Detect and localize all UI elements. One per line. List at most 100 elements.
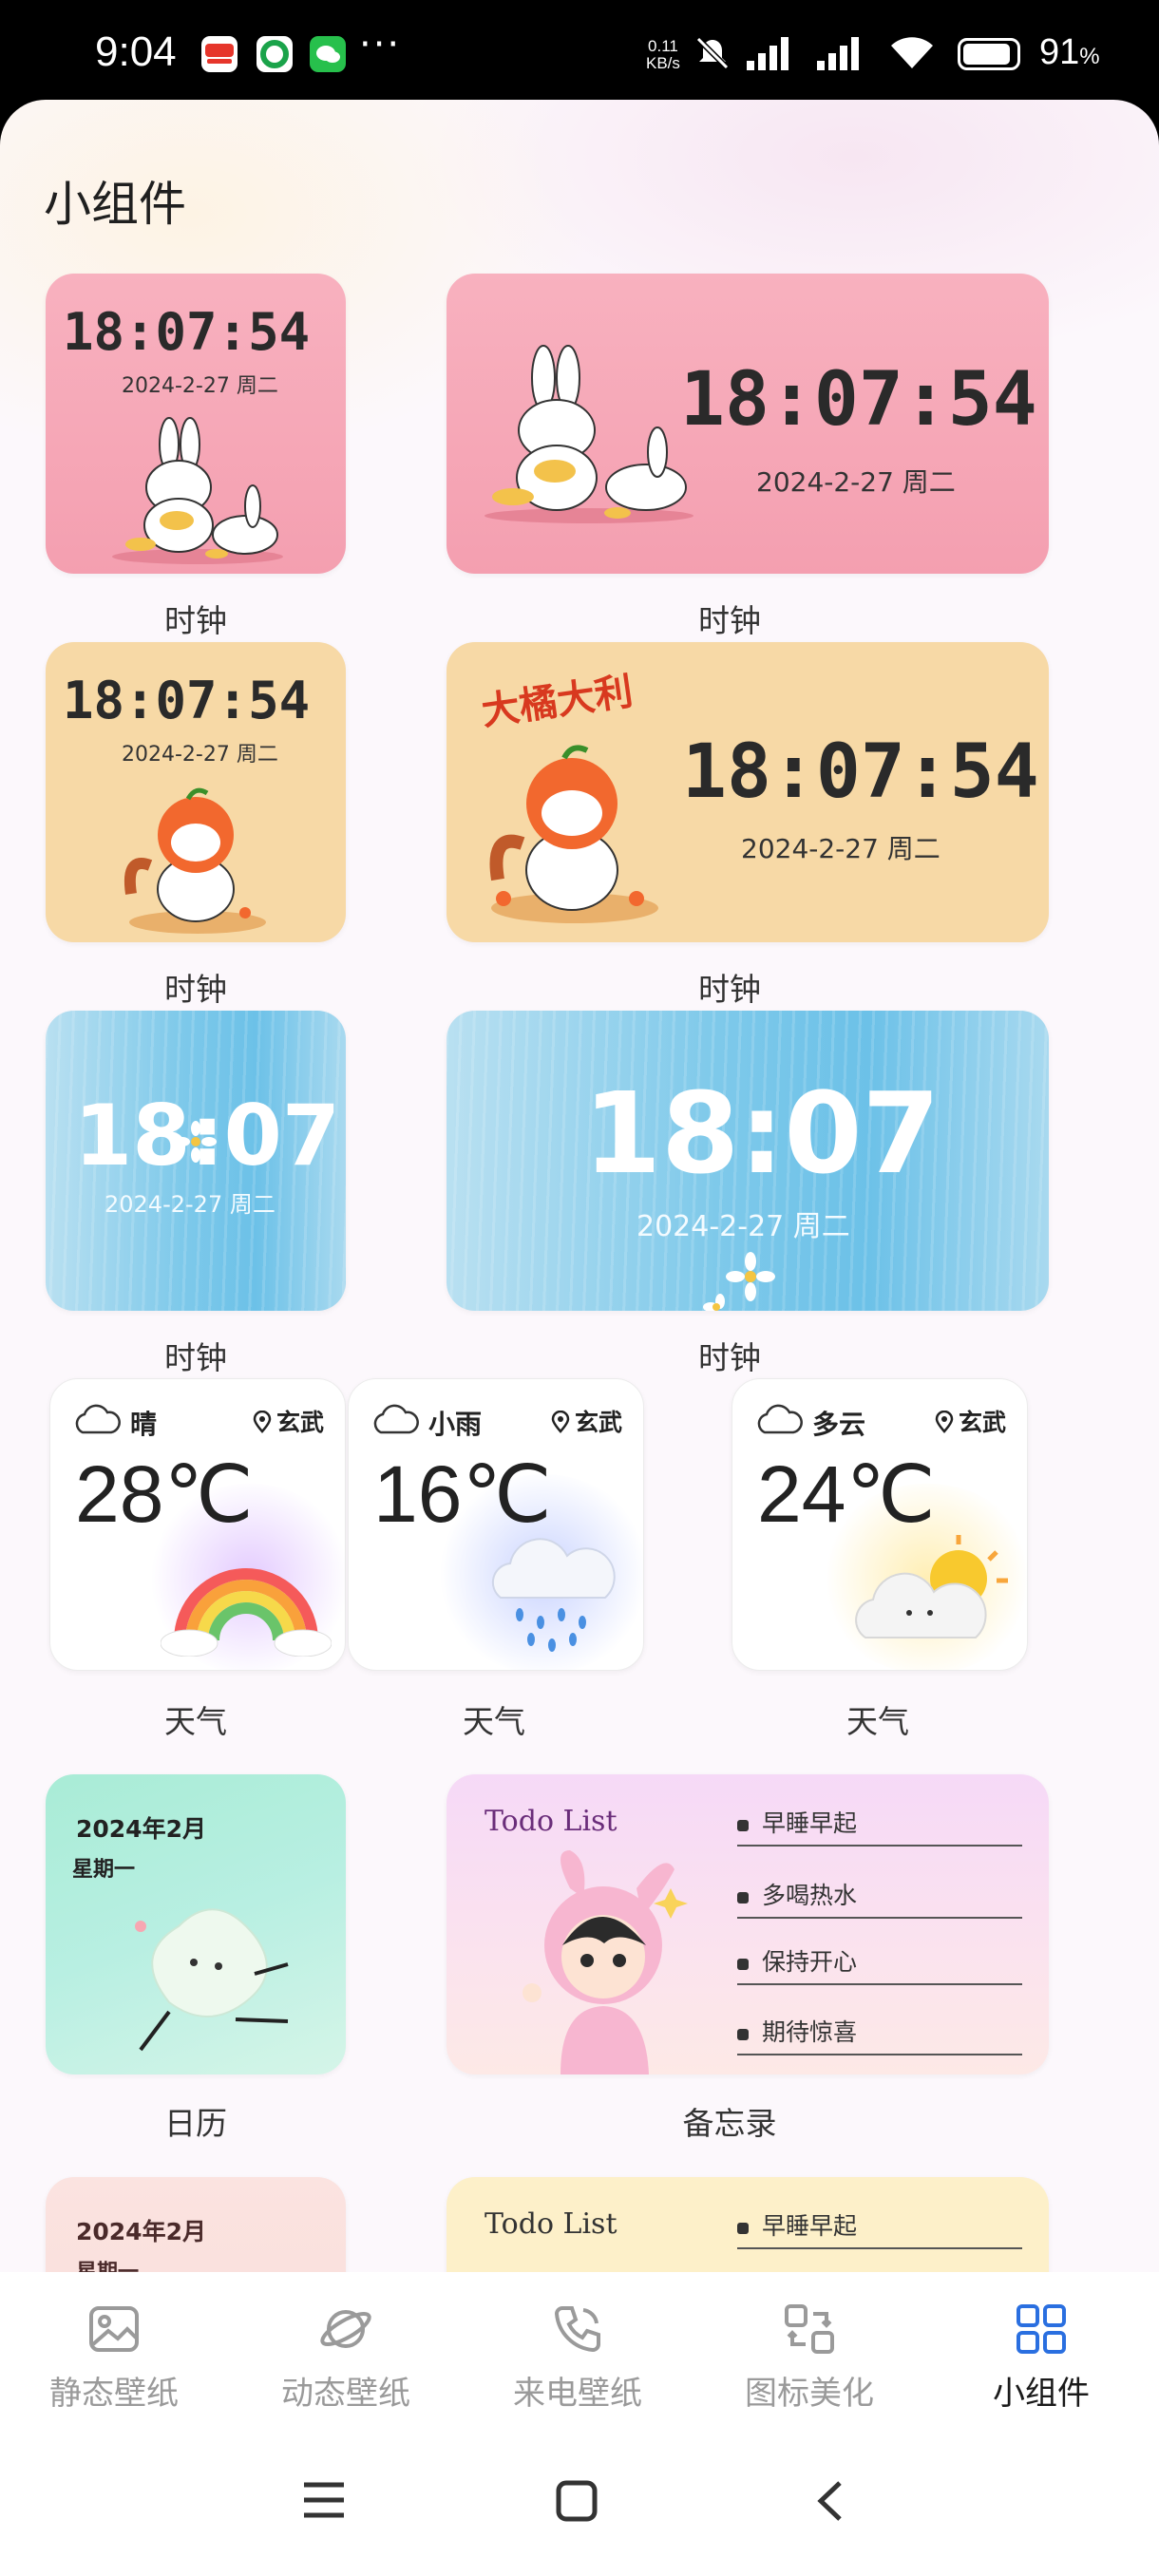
widget-caption: 日历 bbox=[164, 2105, 227, 2142]
wifi-icon bbox=[887, 34, 937, 76]
weather-temperature: 28℃ bbox=[75, 1449, 254, 1539]
signal-sim1-icon bbox=[745, 34, 798, 76]
widget-caption: 天气 bbox=[463, 1703, 525, 1740]
calendar-widget-pink[interactable]: 2024年2月 星期一 bbox=[46, 2177, 346, 2272]
bullet-icon bbox=[737, 2223, 749, 2234]
memo-title: Todo List bbox=[484, 2207, 618, 2241]
sun-cloud-illustration bbox=[855, 1535, 1008, 1638]
clock-date: 2024-2-27 周二 bbox=[104, 1191, 276, 1218]
orange-cat-illustration bbox=[124, 787, 266, 934]
calendar-month: 2024年2月 bbox=[76, 1815, 206, 1843]
nav-item-static-wallpaper[interactable]: 静态壁纸 bbox=[10, 2301, 218, 2414]
clock-date: 2024-2-27 周二 bbox=[122, 374, 278, 398]
image-icon bbox=[89, 2306, 139, 2352]
widget-caption: 时钟 bbox=[698, 1339, 761, 1376]
nav-item-call-wallpaper[interactable]: 来电壁纸 bbox=[473, 2301, 682, 2414]
nav-item-live-wallpaper[interactable]: 动态壁纸 bbox=[241, 2301, 450, 2414]
home-icon[interactable] bbox=[555, 2479, 598, 2523]
bullet-icon bbox=[737, 1820, 749, 1831]
weather-widget-sunny[interactable]: 晴 玄武 28℃ bbox=[49, 1378, 346, 1671]
location-pin-icon bbox=[935, 1410, 954, 1433]
icon-swap-icon bbox=[785, 2304, 834, 2354]
bunny-girl-illustration bbox=[522, 1850, 688, 2074]
weather-temperature: 24℃ bbox=[757, 1449, 936, 1539]
back-icon[interactable] bbox=[811, 2479, 849, 2523]
nav-item-widgets[interactable]: 小组件 bbox=[937, 2301, 1146, 2414]
calendar-weekday: 星期一 bbox=[72, 1858, 136, 1882]
widget-caption: 时钟 bbox=[164, 1339, 227, 1376]
clock-widget-pink-wide[interactable]: 18:07:54 2024-2-27 周二 bbox=[446, 274, 1049, 574]
clock-widget-pink-small[interactable]: 18:07:54 2024-2-27 周二 bbox=[46, 274, 346, 574]
clock-date: 2024-2-27 周二 bbox=[756, 466, 956, 498]
widget-caption: 时钟 bbox=[164, 971, 227, 1008]
nav-label: 静态壁纸 bbox=[49, 2375, 179, 2413]
network-speed: 0.11 KB/s bbox=[646, 37, 680, 72]
weather-temperature: 16℃ bbox=[373, 1449, 552, 1539]
more-notifications-icon: ··· bbox=[359, 23, 402, 66]
memo-item: 早睡早起 bbox=[737, 1805, 1022, 1847]
clock-widget-cat-wide[interactable]: 大橘大利 18:07:54 2024-2-27 周二 bbox=[446, 642, 1049, 942]
weather-widget-cloudy[interactable]: 多云 玄武 24℃ bbox=[732, 1378, 1028, 1671]
clock-time: 18:07:54 bbox=[680, 357, 1037, 443]
cloud-icon bbox=[757, 1404, 803, 1434]
memo-item: 保持开心 bbox=[737, 1943, 1022, 1985]
clock-widget-blue-wide[interactable]: 18:07 2024-2-27 周二 bbox=[446, 1011, 1049, 1311]
clock-time: 18:07:54 bbox=[682, 729, 1039, 815]
nav-label: 动态壁纸 bbox=[281, 2375, 410, 2413]
calendar-widget[interactable]: 2024年2月 星期一 bbox=[46, 1774, 346, 2074]
bullet-icon bbox=[737, 2029, 749, 2040]
widget-caption: 备忘录 bbox=[682, 2105, 777, 2142]
daisy-icon bbox=[703, 1252, 775, 1311]
weather-location: 玄武 bbox=[934, 1404, 1006, 1438]
weather-location: 玄武 bbox=[550, 1404, 622, 1438]
cloud-icon bbox=[75, 1404, 121, 1434]
weather-condition: 小雨 bbox=[428, 1409, 483, 1440]
clock-time: 18:07:54 bbox=[63, 302, 311, 362]
battery-percent: 91% bbox=[1039, 32, 1100, 72]
orange-cat-illustration bbox=[489, 745, 658, 923]
widget-caption: 时钟 bbox=[698, 602, 761, 639]
nav-item-icon-beautify[interactable]: 图标美化 bbox=[705, 2301, 914, 2414]
memo-item: 早睡早起 bbox=[737, 2207, 1022, 2249]
rainbow-illustration bbox=[161, 1568, 332, 1657]
memo-widget-yellow[interactable]: Todo List 早睡早起 bbox=[446, 2177, 1049, 2272]
bunny-illustration bbox=[112, 417, 283, 564]
status-bar: 9:04 ··· 0.11 KB/s 91% bbox=[0, 0, 1159, 103]
rain-cloud-illustration bbox=[491, 1538, 616, 1652]
weather-condition: 多云 bbox=[812, 1409, 866, 1440]
widgets-page: 小组件 18:07:54 2024-2-27 周二 时钟 18:07:54 20… bbox=[0, 100, 1159, 2272]
cloud-icon bbox=[373, 1404, 419, 1434]
bunny-illustration bbox=[484, 345, 694, 523]
clock-time: 18:07 bbox=[583, 1068, 940, 1199]
location-pin-icon bbox=[551, 1410, 570, 1433]
clock-date: 2024-2-27 周二 bbox=[741, 833, 940, 864]
widget-caption: 时钟 bbox=[698, 971, 761, 1008]
mute-bell-icon bbox=[694, 34, 732, 76]
widget-caption: 天气 bbox=[164, 1703, 227, 1740]
recycle-app-icon bbox=[256, 36, 293, 72]
clock-widget-cat-small[interactable]: 18:07:54 2024-2-27 周二 bbox=[46, 642, 346, 942]
memo-item: 多喝热水 bbox=[737, 1877, 1022, 1919]
signal-sim2-icon bbox=[815, 34, 868, 76]
planet-icon bbox=[320, 2310, 371, 2348]
cloud-app-icon bbox=[201, 36, 238, 72]
memo-widget[interactable]: Todo List 早睡早起 多喝热水 保持开心 期待惊喜 bbox=[446, 1774, 1049, 2074]
phone-call-icon bbox=[554, 2306, 600, 2353]
wechat-app-icon bbox=[310, 36, 346, 72]
memo-title: Todo List bbox=[484, 1805, 618, 1838]
page-title: 小组件 bbox=[44, 177, 186, 232]
clock-date: 2024-2-27 周二 bbox=[636, 1210, 850, 1243]
menu-icon[interactable] bbox=[300, 2479, 348, 2521]
bullet-icon bbox=[737, 1959, 749, 1970]
banner-text: 大橘大利 bbox=[479, 670, 636, 734]
widgets-grid-icon bbox=[1016, 2304, 1066, 2354]
calendar-weekday: 星期一 bbox=[76, 2255, 139, 2272]
weather-widget-light-rain[interactable]: 小雨 玄武 16℃ bbox=[348, 1378, 644, 1671]
ghost-character-illustration bbox=[135, 1908, 289, 2052]
clock-date: 2024-2-27 周二 bbox=[122, 743, 278, 767]
nav-label: 图标美化 bbox=[745, 2375, 874, 2413]
memo-item: 期待惊喜 bbox=[737, 2014, 1022, 2055]
widget-caption: 时钟 bbox=[164, 602, 227, 639]
clock-widget-blue-small[interactable]: 18:07 2024-2-27 周二 bbox=[46, 1011, 346, 1311]
location-pin-icon bbox=[253, 1410, 272, 1433]
